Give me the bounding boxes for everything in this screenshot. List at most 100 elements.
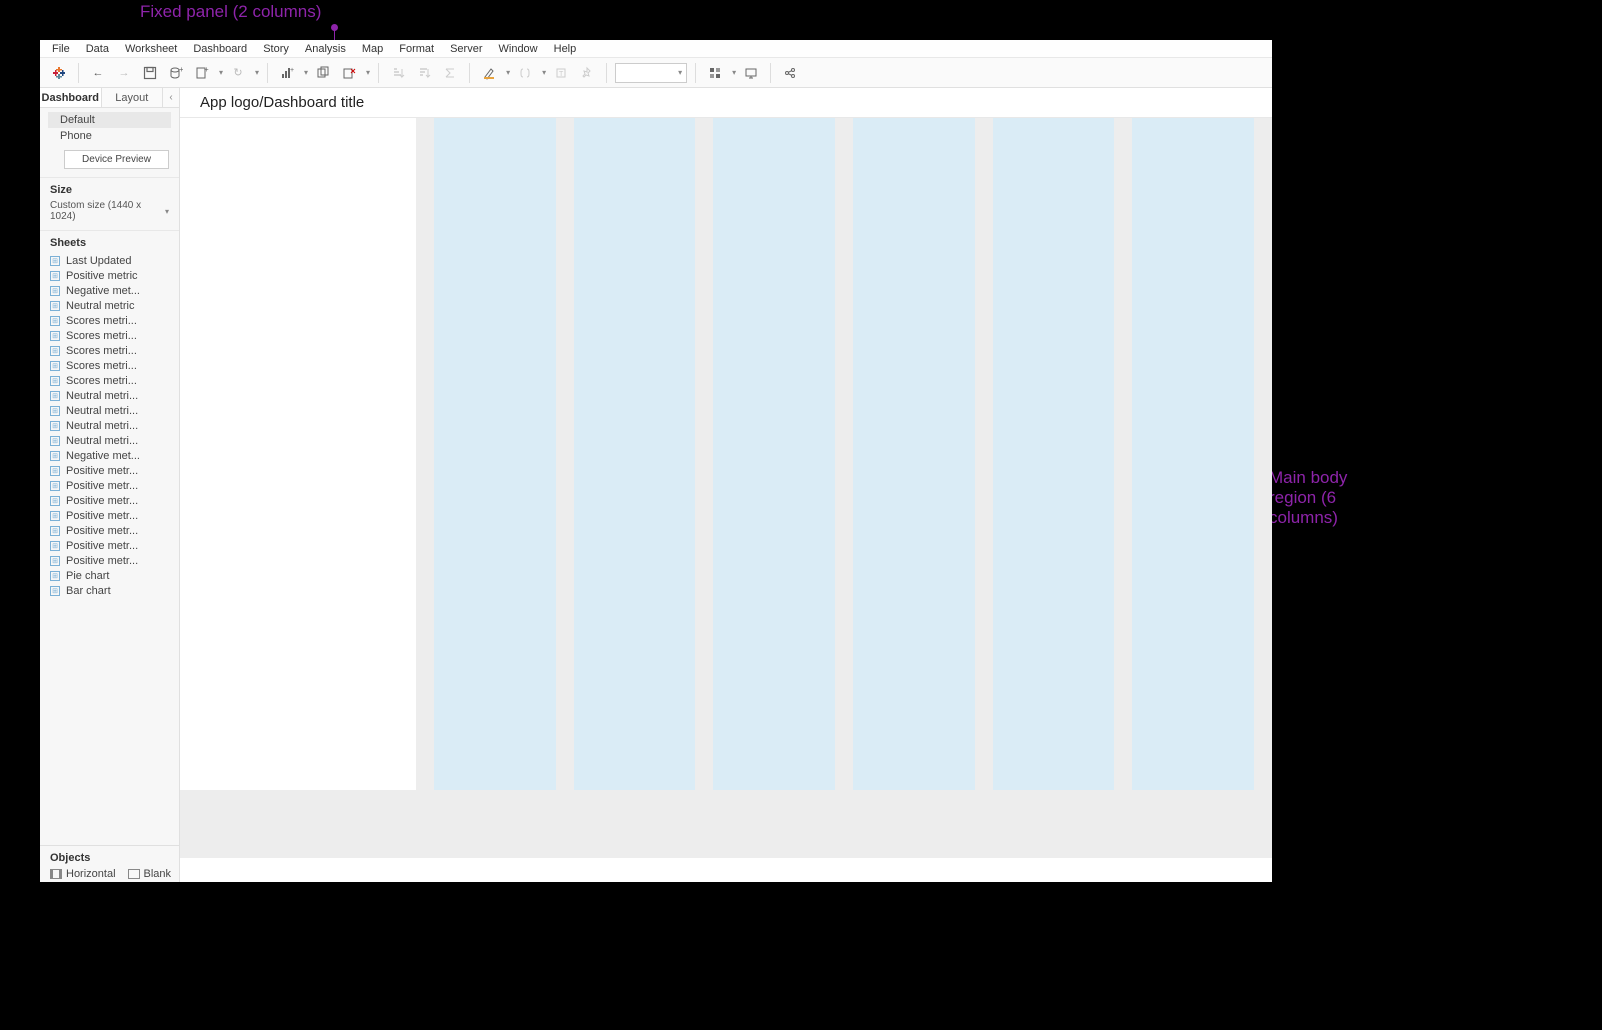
refresh-dropdown-icon[interactable]: ▾: [255, 68, 259, 77]
presentation-icon[interactable]: [740, 62, 762, 84]
sheet-item[interactable]: ⊞Neutral metri...: [40, 403, 179, 418]
main-column-4[interactable]: [853, 118, 975, 790]
size-dropdown[interactable]: Custom size (1440 x 1024) ▾: [50, 200, 169, 222]
menu-dashboard[interactable]: Dashboard: [185, 41, 255, 57]
sheet-item[interactable]: ⊞Negative met...: [40, 448, 179, 463]
forward-icon[interactable]: →: [113, 62, 135, 84]
sheet-item[interactable]: ⊞Positive metr...: [40, 523, 179, 538]
dashboard-canvas[interactable]: App logo/Dashboard title: [180, 88, 1272, 882]
swap-icon[interactable]: +: [276, 62, 298, 84]
toolbar-separator: [78, 63, 79, 83]
show-me-icon[interactable]: [704, 62, 726, 84]
tab-dashboard[interactable]: Dashboard: [40, 88, 102, 107]
objects-section: Objects Horizontal Blank: [40, 845, 179, 882]
fixed-panel-column[interactable]: [180, 118, 416, 790]
tableau-logo-icon[interactable]: [48, 62, 70, 84]
worksheet-icon: ⊞: [50, 391, 60, 401]
sheet-item[interactable]: ⊞Positive metric: [40, 268, 179, 283]
share-icon[interactable]: [779, 62, 801, 84]
collapse-sidebar-icon[interactable]: ‹: [163, 88, 179, 107]
group-dropdown-icon[interactable]: ▾: [542, 68, 546, 77]
sheet-item[interactable]: ⊞Last Updated: [40, 253, 179, 268]
labels-icon[interactable]: T: [550, 62, 572, 84]
highlight-dropdown-icon[interactable]: ▾: [506, 68, 510, 77]
device-preview-button[interactable]: Device Preview: [64, 150, 169, 169]
dashboard-title[interactable]: App logo/Dashboard title: [180, 88, 1272, 118]
toolbar-separator: [378, 63, 379, 83]
show-me-dropdown-icon[interactable]: ▾: [732, 68, 736, 77]
device-default[interactable]: Default: [48, 112, 171, 128]
main-column-5[interactable]: [993, 118, 1115, 790]
sheet-label: Scores metri...: [66, 315, 137, 327]
menu-map[interactable]: Map: [354, 41, 391, 57]
sheet-item[interactable]: ⊞Positive metr...: [40, 493, 179, 508]
sheet-item[interactable]: ⊞Neutral metri...: [40, 388, 179, 403]
sheet-label: Negative met...: [66, 285, 140, 297]
sheet-item[interactable]: ⊞Positive metr...: [40, 478, 179, 493]
object-blank[interactable]: Blank: [128, 868, 172, 880]
sheet-item[interactable]: ⊞Positive metr...: [40, 463, 179, 478]
menu-worksheet[interactable]: Worksheet: [117, 41, 185, 57]
sheet-item[interactable]: ⊞Positive metr...: [40, 553, 179, 568]
fit-dropdown[interactable]: ▾: [615, 63, 687, 83]
sheet-label: Positive metr...: [66, 510, 138, 522]
device-phone[interactable]: Phone: [40, 128, 179, 144]
tab-layout[interactable]: Layout: [102, 88, 164, 107]
menu-analysis[interactable]: Analysis: [297, 41, 354, 57]
sheet-item[interactable]: ⊞Neutral metri...: [40, 418, 179, 433]
sheet-item[interactable]: ⊞Negative met...: [40, 283, 179, 298]
duplicate-icon[interactable]: [312, 62, 334, 84]
worksheet-icon: ⊞: [50, 571, 60, 581]
worksheet-icon: ⊞: [50, 526, 60, 536]
sheet-label: Positive metric: [66, 270, 138, 282]
menu-window[interactable]: Window: [491, 41, 546, 57]
sheet-item[interactable]: ⊞Neutral metric: [40, 298, 179, 313]
sort-desc-icon[interactable]: [413, 62, 435, 84]
sort-asc-icon[interactable]: [387, 62, 409, 84]
worksheet-icon: ⊞: [50, 361, 60, 371]
menu-file[interactable]: File: [44, 41, 78, 57]
sheet-item[interactable]: ⊞Scores metri...: [40, 313, 179, 328]
new-datasource-icon[interactable]: +: [165, 62, 187, 84]
sheets-section: Sheets ⊞Last Updated⊞Positive metric⊞Neg…: [40, 231, 179, 845]
main-column-1[interactable]: [434, 118, 556, 790]
sheet-item[interactable]: ⊞Scores metri...: [40, 358, 179, 373]
main-column-2[interactable]: [574, 118, 696, 790]
highlight-icon[interactable]: [478, 62, 500, 84]
menu-data[interactable]: Data: [78, 41, 117, 57]
refresh-icon[interactable]: ↻: [227, 62, 249, 84]
menu-server[interactable]: Server: [442, 41, 490, 57]
menu-story[interactable]: Story: [255, 41, 297, 57]
app-window: File Data Worksheet Dashboard Story Anal…: [40, 40, 1272, 882]
menu-help[interactable]: Help: [546, 41, 585, 57]
main-column-3[interactable]: [713, 118, 835, 790]
clear-dropdown-icon[interactable]: ▾: [366, 68, 370, 77]
menu-format[interactable]: Format: [391, 41, 442, 57]
sheet-item[interactable]: ⊞Scores metri...: [40, 373, 179, 388]
back-icon[interactable]: ←: [87, 62, 109, 84]
sheet-item[interactable]: ⊞Neutral metri...: [40, 433, 179, 448]
pin-icon[interactable]: [576, 62, 598, 84]
size-section: Size Custom size (1440 x 1024) ▾: [40, 178, 179, 231]
object-horizontal[interactable]: Horizontal: [50, 868, 116, 880]
chevron-down-icon: ▾: [165, 207, 169, 216]
swap-dropdown-icon[interactable]: ▾: [304, 68, 308, 77]
svg-text:+: +: [290, 67, 294, 74]
totals-icon[interactable]: [439, 62, 461, 84]
main-column-6[interactable]: [1132, 118, 1254, 790]
sheet-item[interactable]: ⊞Scores metri...: [40, 343, 179, 358]
new-worksheet-dropdown-icon[interactable]: ▾: [219, 68, 223, 77]
sheet-label: Neutral metri...: [66, 435, 138, 447]
toolbar-separator: [267, 63, 268, 83]
save-icon[interactable]: [139, 62, 161, 84]
sheet-item[interactable]: ⊞Bar chart: [40, 583, 179, 598]
sheet-item[interactable]: ⊞Scores metri...: [40, 328, 179, 343]
sheet-item[interactable]: ⊞Pie chart: [40, 568, 179, 583]
sheet-label: Negative met...: [66, 450, 140, 462]
new-worksheet-icon[interactable]: +: [191, 62, 213, 84]
sheet-item[interactable]: ⊞Positive metr...: [40, 508, 179, 523]
sheet-item[interactable]: ⊞Positive metr...: [40, 538, 179, 553]
group-icon[interactable]: [514, 62, 536, 84]
sheet-label: Neutral metri...: [66, 405, 138, 417]
clear-icon[interactable]: [338, 62, 360, 84]
